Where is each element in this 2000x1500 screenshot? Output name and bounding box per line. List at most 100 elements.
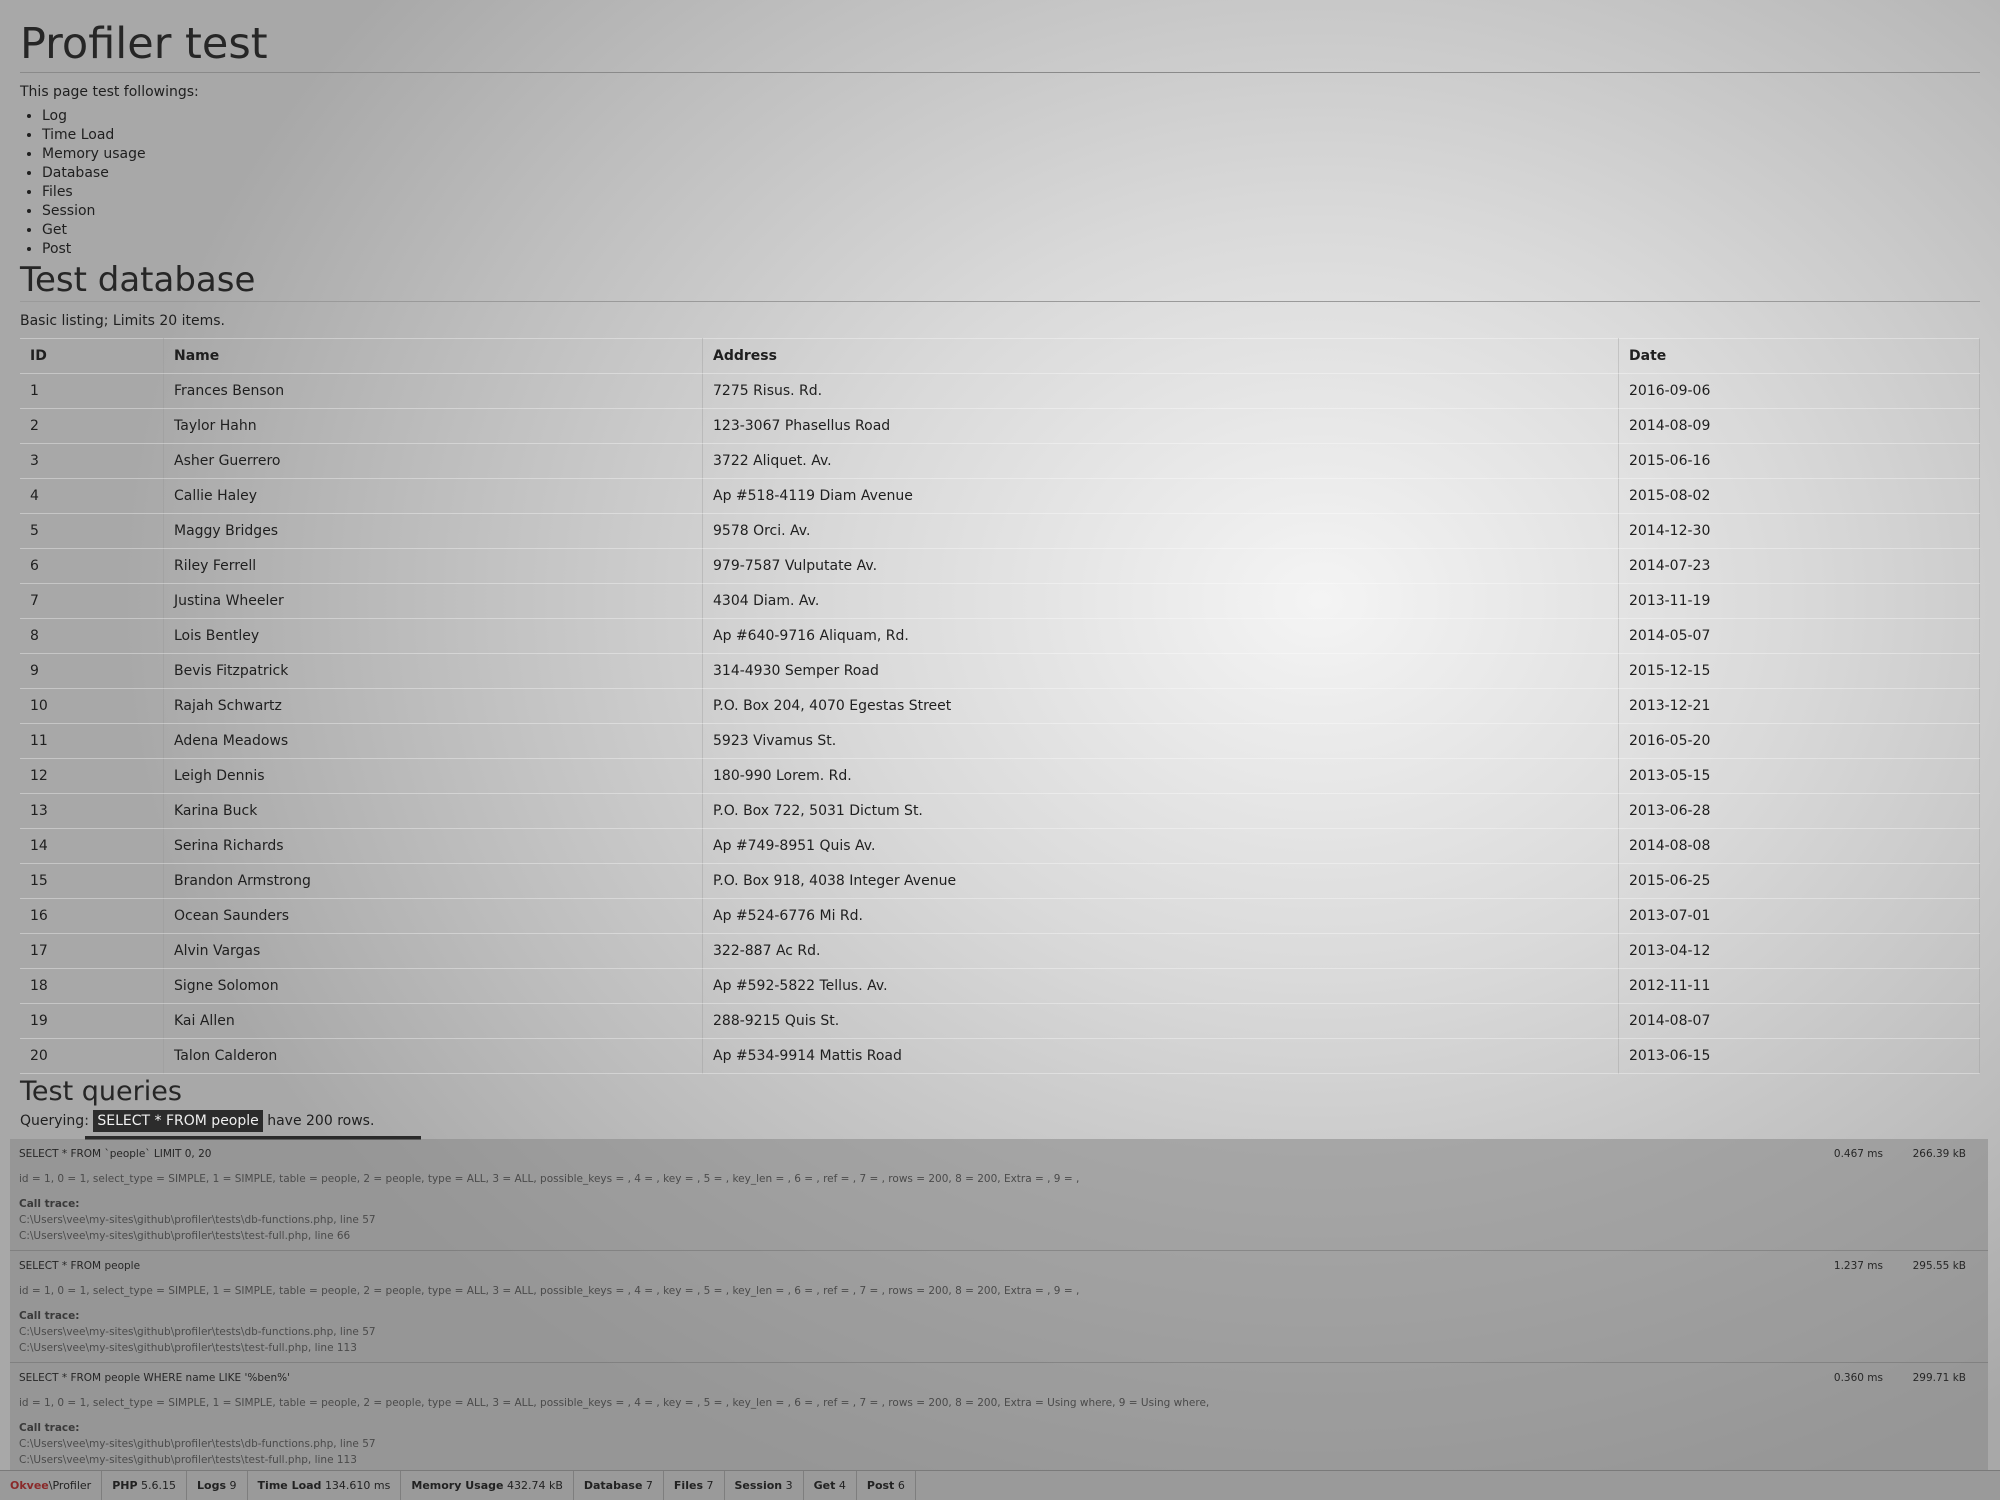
query-sql: SELECT * FROM people — [19, 1260, 141, 1272]
query-time: 1.237 ms — [1833, 1260, 1883, 1272]
cell-name: Kai Allen — [163, 1003, 703, 1039]
feature-item: Log — [42, 107, 1980, 126]
table-row: 18 Signe Solomon Ap #592-5822 Tellus. Av. 2… — [20, 968, 1980, 1004]
cell-address: Ap #534-9914 Mattis Road — [702, 1038, 1619, 1074]
query-entry[interactable]: SELECT * FROM people WHERE name LIKE '%b… — [10, 1363, 1988, 1471]
queries-heading: Test queries — [20, 1076, 182, 1107]
cell-address: 5923 Vivamus St. — [702, 723, 1619, 759]
cell-name: Adena Meadows — [163, 723, 703, 759]
cell-name: Rajah Schwartz — [163, 688, 703, 724]
cell-name: Signe Solomon — [163, 968, 703, 1004]
cell-date: 2016-09-06 — [1618, 373, 1980, 409]
column-header-id: ID — [20, 338, 164, 374]
cell-name: Asher Guerrero — [163, 443, 703, 479]
toolbar-value: 9 — [229, 1479, 237, 1492]
call-trace-label: Call trace: — [19, 1198, 80, 1210]
database-heading: Test database — [20, 259, 1980, 302]
toolbar-label: PHP — [112, 1479, 138, 1492]
table-row: 12 Leigh Dennis 180-990 Lorem. Rd. 2013-05-… — [20, 758, 1980, 794]
cell-address: 3722 Aliquet. Av. — [702, 443, 1619, 479]
table-header-row: ID Name Address Date — [20, 338, 1980, 374]
cell-date: 2014-05-07 — [1618, 618, 1980, 654]
table-row: 3 Asher Guerrero 3722 Aliquet. Av. 2015-06-… — [20, 443, 1980, 479]
table-row: 9 Bevis Fitzpatrick 314-4930 Semper Road 20… — [20, 653, 1980, 689]
cell-name: Lois Bentley — [163, 618, 703, 654]
cell-name: Bevis Fitzpatrick — [163, 653, 703, 689]
toolbar-label: Files — [673, 1479, 703, 1492]
toolbar-label: Post — [866, 1479, 895, 1492]
toolbar-value: 5.6.15 — [141, 1479, 177, 1492]
cell-id: 5 — [20, 513, 164, 549]
query-sql: SELECT * FROM people WHERE name LIKE '%b… — [19, 1372, 290, 1384]
toolbar-value: 432.74 kB — [506, 1479, 563, 1492]
profiler-database-panel[interactable]: SELECT * FROM `people` LIMIT 0, 20 0.467… — [10, 1139, 1988, 1471]
table-row: 13 Karina Buck P.O. Box 722, 5031 Dictum S… — [20, 793, 1980, 829]
cell-address: Ap #524-6776 Mi Rd. — [702, 898, 1619, 934]
table-row: 6 Riley Ferrell 979-7587 Vulputate Av. 2014… — [20, 548, 1980, 584]
cell-name: Alvin Vargas — [163, 933, 703, 969]
cell-address: 288-9215 Quis St. — [702, 1003, 1619, 1039]
feature-item: Files — [42, 183, 1980, 202]
cell-id: 3 — [20, 443, 164, 479]
feature-list: Log Time Load Memory usage Database File… — [20, 107, 1980, 259]
cell-address: 180-990 Lorem. Rd. — [702, 758, 1619, 794]
table-row: 1 Frances Benson 7275 Risus. Rd. 2016-09-06 — [20, 373, 1980, 409]
cell-date: 2015-12-15 — [1618, 653, 1980, 689]
cell-date: 2014-08-09 — [1618, 408, 1980, 444]
cell-id: 11 — [20, 723, 164, 759]
cell-date: 2013-06-15 — [1618, 1038, 1980, 1074]
cell-date: 2013-12-21 — [1618, 688, 1980, 724]
feature-item: Session — [42, 202, 1980, 221]
toolbar-php: PHP 5.6.15 — [102, 1471, 188, 1500]
profiler-brand: Okvee\Profiler — [0, 1471, 103, 1500]
cell-id: 1 — [20, 373, 164, 409]
query-memory: 295.55 kB — [1912, 1260, 1966, 1272]
cell-id: 10 — [20, 688, 164, 724]
column-header-address: Address — [702, 338, 1619, 374]
query-explain: id = 1, 0 = 1, select_type = SIMPLE, 1 =… — [19, 1173, 1080, 1185]
query-memory: 266.39 kB — [1912, 1148, 1966, 1160]
toolbar-value: 3 — [785, 1479, 793, 1492]
cell-name: Talon Calderon — [163, 1038, 703, 1074]
query-time: 0.467 ms — [1833, 1148, 1883, 1160]
feature-item: Memory usage — [42, 145, 1980, 164]
cell-name: Brandon Armstrong — [163, 863, 703, 899]
cell-name: Callie Haley — [163, 478, 703, 514]
table-row: 20 Talon Calderon Ap #534-9914 Mattis Road… — [20, 1038, 1980, 1074]
toolbar-value: 7 — [706, 1479, 714, 1492]
table-row: 16 Ocean Saunders Ap #524-6776 Mi Rd. 2013-… — [20, 898, 1980, 934]
database-subtitle: Basic listing; Limits 20 items. — [20, 313, 225, 329]
toolbar-value: 134.610 ms — [324, 1479, 391, 1492]
table-row: 10 Rajah Schwartz P.O. Box 204, 4070 Egest… — [20, 688, 1980, 724]
sql-chip: SELECT * FROM people — [93, 1110, 263, 1132]
tab-database[interactable]: Database 7 — [574, 1471, 664, 1500]
feature-item: Get — [42, 221, 1980, 240]
tab-session[interactable]: Session 3 — [725, 1471, 804, 1500]
table-row: 2 Taylor Hahn 123-3067 Phasellus Road 2014-… — [20, 408, 1980, 444]
toolbar-label: Logs — [197, 1479, 227, 1492]
column-header-date: Date — [1618, 338, 1980, 374]
cell-date: 2016-05-20 — [1618, 723, 1980, 759]
tab-logs[interactable]: Logs 9 — [187, 1471, 248, 1500]
tab-memory-usage[interactable]: Memory Usage 432.74 kB — [401, 1471, 574, 1500]
tab-time-load[interactable]: Time Load 134.610 ms — [248, 1471, 402, 1500]
feature-item: Post — [42, 240, 1980, 259]
toolbar-value: 7 — [645, 1479, 653, 1492]
cell-date: 2013-05-15 — [1618, 758, 1980, 794]
cell-address: P.O. Box 204, 4070 Egestas Street — [702, 688, 1619, 724]
tab-post[interactable]: Post 6 — [857, 1471, 916, 1500]
query-time: 0.360 ms — [1833, 1372, 1883, 1384]
cell-name: Serina Richards — [163, 828, 703, 864]
querying-suffix: have 200 rows. — [267, 1113, 375, 1129]
feature-item: Database — [42, 164, 1980, 183]
query-entry[interactable]: SELECT * FROM `people` LIMIT 0, 20 0.467… — [10, 1139, 1988, 1251]
tab-files[interactable]: Files 7 — [664, 1471, 725, 1500]
cell-date: 2013-04-12 — [1618, 933, 1980, 969]
cell-id: 16 — [20, 898, 164, 934]
cell-name: Riley Ferrell — [163, 548, 703, 584]
query-entry[interactable]: SELECT * FROM people 1.237 ms 295.55 kB … — [10, 1251, 1988, 1363]
toolbar-label: Time Load — [257, 1479, 322, 1492]
toolbar-value: 4 — [838, 1479, 846, 1492]
table-row: 5 Maggy Bridges 9578 Orci. Av. 2014-12-30 — [20, 513, 1980, 549]
tab-get[interactable]: Get 4 — [804, 1471, 857, 1500]
